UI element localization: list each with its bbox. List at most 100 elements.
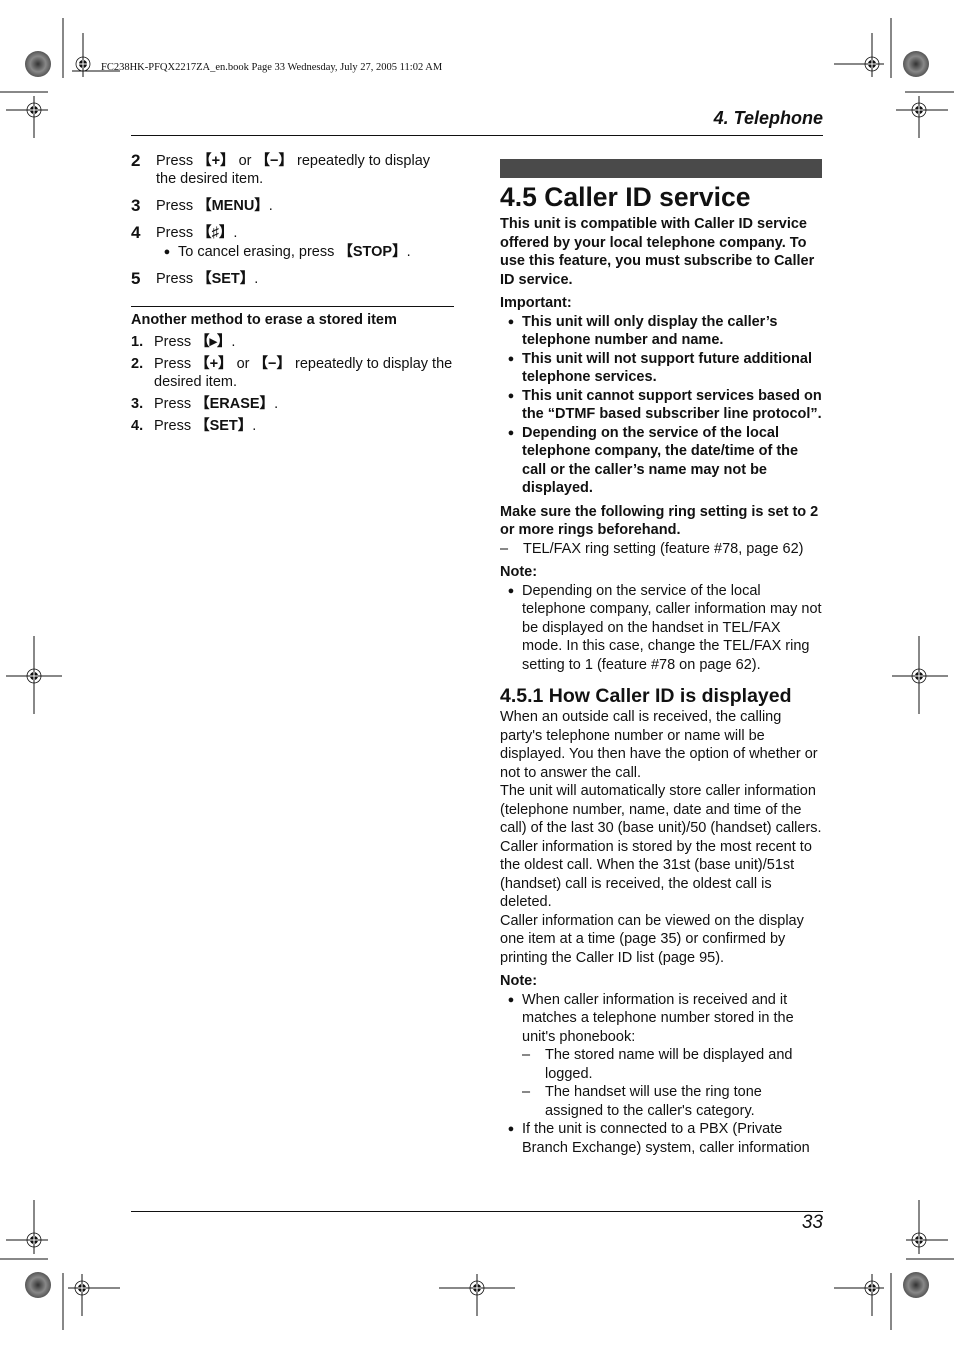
ring-setting-item: – TEL/FAX ring setting (feature #78, page… bbox=[500, 540, 822, 559]
important-label: Important: bbox=[500, 295, 572, 311]
item-text: Depending on the service of the local te… bbox=[522, 424, 799, 497]
item-text: Depending on the service of the local te… bbox=[522, 582, 822, 673]
alt-step-4: 4. Press 【SET】. bbox=[131, 417, 454, 435]
step-number: 2 bbox=[131, 151, 141, 170]
step-5: 5 Press 【SET】. bbox=[131, 270, 454, 288]
important-item: ● Depending on the service of the local t… bbox=[500, 424, 822, 498]
bullet-icon: ● bbox=[507, 352, 515, 365]
alt-step-2: 2. Press 【+】 or 【−】 repeatedly to displa… bbox=[131, 355, 454, 391]
step-text: Press bbox=[156, 153, 198, 169]
sub-bullet: ● To cancel erasing, press 【STOP】. bbox=[156, 243, 454, 261]
paragraph: Caller information can be viewed on the … bbox=[500, 912, 804, 966]
item-text: This unit cannot support services based … bbox=[522, 387, 822, 423]
color-target-top-right bbox=[903, 51, 929, 77]
step-text: Press bbox=[154, 418, 196, 434]
note-item: ● If the unit is connected to a PBX (Priv… bbox=[500, 1120, 822, 1157]
key-erase: 【ERASE】 bbox=[195, 396, 275, 412]
chapter-header: 4. Telephone bbox=[713, 108, 823, 128]
color-target-top-left bbox=[25, 51, 51, 77]
key-set: 【SET】 bbox=[195, 418, 253, 434]
step-number: 2. bbox=[131, 356, 144, 372]
key-plus: 【+】 bbox=[195, 356, 233, 372]
step-text: or bbox=[234, 153, 256, 169]
key-menu: 【MENU】 bbox=[197, 198, 269, 214]
left-column: 2 Press 【+】 or 【−】 repeatedly to display… bbox=[131, 152, 454, 439]
key-minus: 【−】 bbox=[255, 153, 293, 169]
item-text: This unit will only display the caller’s… bbox=[522, 313, 778, 349]
dash-icon: – bbox=[500, 540, 509, 557]
step-number: 4. bbox=[131, 418, 144, 434]
key-pound: 【♯】 bbox=[197, 225, 234, 241]
step-number: 5 bbox=[131, 269, 141, 288]
book-slug-line: FC238HK-PFQX2217ZA_en.book Page 33 Wedne… bbox=[101, 62, 443, 73]
step-number: 4 bbox=[131, 223, 141, 242]
sub-item: – The stored name will be displayed and l… bbox=[522, 1046, 822, 1083]
paragraph: The unit will automatically store caller… bbox=[500, 783, 822, 910]
bullet-icon: ● bbox=[507, 389, 515, 402]
section-heading: Another method to erase a stored item bbox=[131, 312, 397, 328]
footer-rule bbox=[131, 1211, 823, 1212]
ring-setting-note: Make sure the following ring setting is … bbox=[500, 503, 819, 539]
page-number: 33 bbox=[801, 1212, 823, 1233]
note-label: Note: bbox=[500, 973, 538, 989]
header-rule bbox=[131, 135, 823, 136]
key-minus: 【−】 bbox=[253, 356, 291, 372]
bullet-icon: ● bbox=[507, 315, 515, 328]
step-text: . bbox=[254, 271, 259, 287]
note-item: ● When caller information is received an… bbox=[500, 991, 822, 1121]
step-text: . bbox=[233, 225, 238, 241]
section-title-bar bbox=[500, 159, 822, 178]
bullet-icon: ● bbox=[507, 993, 515, 1006]
important-list: ● This unit will only display the caller’… bbox=[500, 313, 822, 498]
another-method-section: Another method to erase a stored item 1.… bbox=[131, 306, 454, 435]
key-right: 【▸】 bbox=[195, 334, 232, 350]
item-text: The stored name will be displayed and lo… bbox=[545, 1047, 793, 1082]
dash-icon: – bbox=[522, 1084, 531, 1100]
step-text: . bbox=[268, 198, 273, 214]
step-text: Press bbox=[156, 198, 198, 214]
step-text: Press bbox=[154, 356, 196, 372]
bullet-icon: ● bbox=[507, 426, 515, 439]
key-stop: 【STOP】 bbox=[338, 244, 407, 260]
section-title: 4.5 Caller ID service bbox=[500, 182, 751, 212]
sub-item: – The handset will use the ring tone assi… bbox=[522, 1083, 822, 1120]
item-text: If the unit is connected to a PBX (Priva… bbox=[522, 1121, 810, 1156]
important-item: ● This unit will only display the caller’… bbox=[500, 313, 822, 350]
step-text: Press bbox=[154, 334, 196, 350]
key-set: 【SET】 bbox=[197, 271, 255, 287]
step-text: . bbox=[231, 334, 236, 350]
step-text: . bbox=[406, 244, 411, 260]
bullet-icon: ● bbox=[507, 1123, 515, 1135]
alt-step-3: 3. Press 【ERASE】. bbox=[131, 395, 454, 413]
key-plus: 【+】 bbox=[197, 153, 235, 169]
step-text: Press bbox=[156, 271, 198, 287]
step-3: 3 Press 【MENU】. bbox=[131, 197, 454, 215]
step-2: 2 Press 【+】 or 【−】 repeatedly to display… bbox=[131, 152, 454, 188]
note-item: ● Depending on the service of the local t… bbox=[500, 582, 822, 675]
important-item: ● This unit cannot support services based… bbox=[500, 387, 822, 424]
color-target-bottom-right bbox=[903, 1272, 929, 1298]
step-text: Press bbox=[156, 225, 198, 241]
color-target-bottom-left bbox=[25, 1272, 51, 1298]
subsection-title: 4.5.1 How Caller ID is displayed bbox=[500, 685, 792, 707]
intro-paragraph: This unit is compatible with Caller ID s… bbox=[500, 216, 815, 288]
step-text: or bbox=[232, 356, 254, 372]
step-text: Press bbox=[154, 396, 196, 412]
step-number: 1. bbox=[131, 334, 144, 350]
right-column: 4.5 Caller ID service This unit is compa… bbox=[500, 159, 822, 1157]
item-text: The handset will use the ring tone assig… bbox=[545, 1084, 762, 1119]
step-number: 3. bbox=[131, 396, 144, 412]
step-text: . bbox=[252, 418, 257, 434]
note-label: Note: bbox=[500, 564, 538, 580]
item-text: When caller information is received and … bbox=[522, 991, 794, 1045]
step-text: . bbox=[274, 396, 279, 412]
step-text: To cancel erasing, press bbox=[178, 244, 339, 260]
step-4: 4 Press 【♯】. ● To cancel erasing, press 【… bbox=[131, 224, 454, 261]
important-item: ● This unit will not support future addit… bbox=[500, 350, 822, 387]
step-number: 3 bbox=[131, 196, 141, 215]
paragraph: When an outside call is received, the ca… bbox=[500, 709, 818, 781]
bullet-icon: ● bbox=[163, 246, 171, 258]
dash-icon: – bbox=[522, 1047, 531, 1063]
item-text: This unit will not support future additi… bbox=[522, 350, 812, 386]
alt-step-1: 1. Press 【▸】. bbox=[131, 333, 454, 351]
